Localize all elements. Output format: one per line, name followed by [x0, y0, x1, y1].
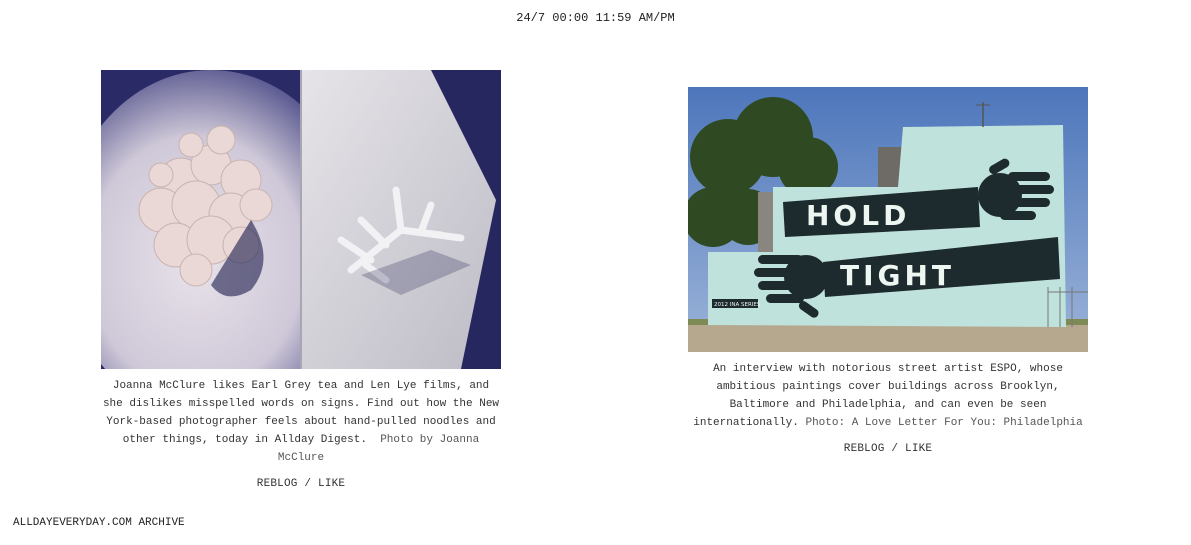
post-caption: Joanna McClure likes Earl Grey tea and L… [101, 377, 501, 467]
like-link[interactable]: LIKE [905, 443, 932, 455]
post-actions: REBLOG / LIKE [688, 440, 1088, 458]
post-caption: An interview with notorious street artis… [688, 360, 1088, 432]
mural-tag: 2012 INA SERIES [714, 302, 761, 308]
post-photo-coral[interactable] [101, 70, 501, 369]
post-coral: Joanna McClure likes Earl Grey tea and L… [101, 70, 501, 493]
post-photo-mural[interactable]: HOLD TIGHT 2012 INA SERIES [688, 87, 1088, 352]
action-separator: / [304, 478, 312, 490]
photo-credit-link[interactable]: Photo: A Love Letter For You: Philadelph… [805, 417, 1082, 429]
footer-nav: ALLDAYEVERYDAY.COM ARCHIVE [13, 517, 185, 529]
header-time: 24/7 00:00 11:59 AM/PM [516, 11, 675, 25]
mural-text-tight: TIGHT [840, 259, 955, 292]
site-home-link[interactable]: ALLDAYEVERYDAY.COM [13, 517, 132, 529]
reblog-link[interactable]: REBLOG [257, 478, 298, 490]
action-separator: / [891, 443, 899, 455]
post-mural: HOLD TIGHT 2012 INA SERIES An interview … [688, 87, 1088, 458]
reblog-link[interactable]: REBLOG [844, 443, 885, 455]
like-link[interactable]: LIKE [318, 478, 345, 490]
post-actions: REBLOG / LIKE [101, 475, 501, 493]
mural-text-hold: HOLD [806, 199, 910, 232]
archive-link[interactable]: ARCHIVE [138, 517, 184, 529]
